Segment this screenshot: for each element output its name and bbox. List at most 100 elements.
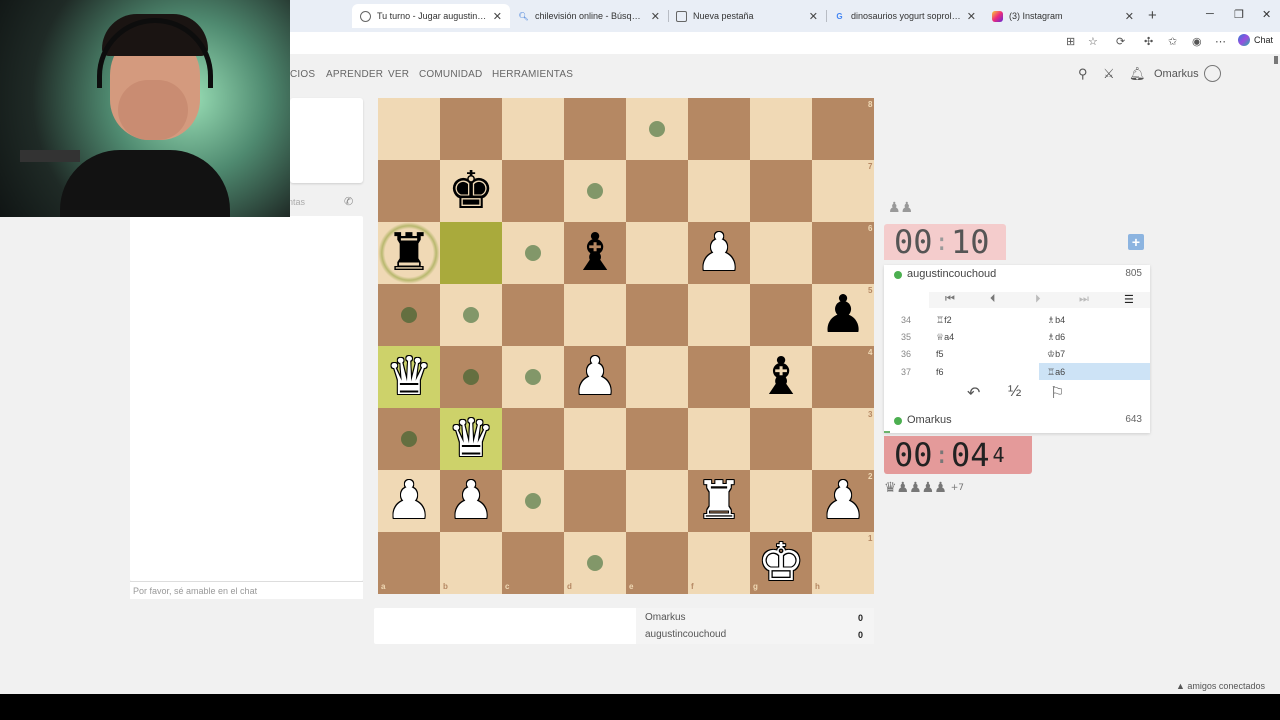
square-e7[interactable] — [626, 160, 688, 222]
square-e4[interactable] — [626, 346, 688, 408]
tab-active[interactable]: Tu turno - Jugar augustincouchoud ✕ — [352, 4, 510, 28]
square-f4[interactable] — [688, 346, 750, 408]
square-g2[interactable] — [750, 470, 812, 532]
square-c7[interactable] — [502, 160, 564, 222]
legal-move-dot[interactable] — [587, 555, 603, 571]
square-f1[interactable] — [688, 532, 750, 594]
square-c8[interactable] — [502, 98, 564, 160]
tab-google[interactable]: G dinosaurios yogurt soprole 90s - ✕ — [826, 4, 984, 28]
phone-icon[interactable]: ✆ — [344, 195, 353, 208]
star-icon[interactable]: ☆ — [1088, 35, 1098, 48]
white-move[interactable]: f5 — [936, 349, 944, 359]
tab-new[interactable]: Nueva pestaña ✕ — [668, 4, 826, 28]
white-move[interactable]: ♖f2 — [936, 315, 952, 326]
legal-move-dot[interactable] — [463, 307, 479, 323]
chess-board[interactable]: 8 7 6 5 4 3 2 a b c d e f g 1 h ♚ ♜ ♝ ♟ ♟ ♛ ♟ ♝ ♛ ♟ ♟ ♜ ♟ ♚ — [378, 98, 874, 594]
square-f8[interactable] — [688, 98, 750, 160]
square-b6[interactable] — [440, 222, 502, 284]
square-h3[interactable] — [812, 408, 874, 470]
black-bishop-g4[interactable]: ♝ — [750, 346, 812, 408]
legal-move-dot[interactable] — [525, 493, 541, 509]
square-f7[interactable] — [688, 160, 750, 222]
square-c5[interactable] — [502, 284, 564, 346]
add-time-button[interactable]: + — [1128, 234, 1144, 250]
close-icon[interactable]: ✕ — [651, 10, 660, 23]
square-g3[interactable] — [750, 408, 812, 470]
square-e6[interactable] — [626, 222, 688, 284]
white-pawn-a2[interactable]: ♟ — [378, 470, 440, 532]
restore-icon[interactable]: ❐ — [1234, 8, 1244, 21]
opponent-name[interactable]: augustincouchoud — [907, 268, 996, 280]
chat-input[interactable]: Por favor, sé amable en el chat — [130, 581, 363, 599]
white-pawn-d4[interactable]: ♟ — [564, 346, 626, 408]
square-h8[interactable] — [812, 98, 874, 160]
square-f3[interactable] — [688, 408, 750, 470]
black-king-b7[interactable]: ♚ — [440, 160, 502, 222]
offer-draw-button[interactable]: ½ — [1008, 383, 1021, 401]
extension-icon[interactable]: ⟳ — [1116, 35, 1125, 48]
white-pawn-f6[interactable]: ♟ — [688, 222, 750, 284]
square-g6[interactable] — [750, 222, 812, 284]
white-queen-b3[interactable]: ♛ — [440, 408, 502, 470]
friends-online-toggle[interactable]: ▲ amigos conectados — [1176, 681, 1265, 691]
square-c1[interactable] — [502, 532, 564, 594]
black-pawn-h5[interactable]: ♟ — [812, 284, 874, 346]
nav-play[interactable]: CIOS — [290, 69, 315, 80]
square-c3[interactable] — [502, 408, 564, 470]
current-move[interactable]: ♖a6 — [1039, 363, 1150, 380]
square-e2[interactable] — [626, 470, 688, 532]
takeback-icon[interactable]: ↶ — [967, 383, 980, 403]
favorites-icon[interactable]: ✩ — [1168, 35, 1177, 48]
my-name[interactable]: Omarkus — [907, 414, 952, 426]
nav-community[interactable]: COMUNIDAD — [419, 69, 482, 80]
square-a7[interactable] — [378, 160, 440, 222]
copilot-chat-button[interactable]: Chat — [1238, 34, 1273, 46]
white-move[interactable]: f6 — [936, 367, 944, 377]
square-b1[interactable] — [440, 532, 502, 594]
user-icon[interactable] — [1204, 65, 1221, 82]
white-queen-a4[interactable]: ♛ — [378, 346, 440, 408]
nav-learn[interactable]: APRENDER — [326, 69, 383, 80]
search-icon[interactable]: ⚲ — [1078, 66, 1088, 82]
tab-instagram[interactable]: (3) Instagram ✕ — [984, 4, 1142, 28]
square-d5[interactable] — [564, 284, 626, 346]
legal-move-dot[interactable] — [401, 307, 417, 323]
close-icon[interactable]: ✕ — [967, 10, 976, 23]
swords-icon[interactable]: ⚔ — [1103, 66, 1115, 82]
square-h4[interactable] — [812, 346, 874, 408]
white-move[interactable]: ♕a4 — [936, 332, 954, 343]
black-move[interactable]: ♔b7 — [1047, 349, 1065, 360]
profile-icon[interactable]: ◉ — [1192, 35, 1202, 48]
nav-watch[interactable]: VER — [388, 69, 409, 80]
menu-icon[interactable]: ☰ — [1124, 293, 1134, 306]
close-icon[interactable]: ✕ — [493, 10, 502, 23]
white-pawn-h2[interactable]: ♟ — [812, 470, 874, 532]
close-icon[interactable]: ✕ — [809, 10, 818, 23]
tab-search[interactable]: 🔍︎ chilevisión online - Búsqueda ✕ — [510, 4, 668, 28]
square-e3[interactable] — [626, 408, 688, 470]
close-icon[interactable]: ✕ — [1125, 10, 1134, 23]
square-d8[interactable] — [564, 98, 626, 160]
more-icon[interactable]: ⋯ — [1215, 35, 1226, 48]
legal-move-dot[interactable] — [525, 369, 541, 385]
nav-tools[interactable]: HERRAMIENTAS — [492, 69, 573, 80]
user-menu[interactable]: Omarkus — [1154, 68, 1199, 80]
square-f5[interactable] — [688, 284, 750, 346]
black-rook-a6[interactable]: ♜ — [378, 222, 440, 284]
square-e1[interactable] — [626, 532, 688, 594]
square-d3[interactable] — [564, 408, 626, 470]
square-a1[interactable] — [378, 532, 440, 594]
square-h1[interactable] — [812, 532, 874, 594]
legal-move-dot[interactable] — [401, 431, 417, 447]
square-g5[interactable] — [750, 284, 812, 346]
square-g7[interactable] — [750, 160, 812, 222]
minimize-icon[interactable]: ─ — [1206, 8, 1214, 20]
legal-move-dot[interactable] — [649, 121, 665, 137]
scrollbar[interactable] — [1274, 56, 1278, 64]
square-e5[interactable] — [626, 284, 688, 346]
legal-move-dot[interactable] — [587, 183, 603, 199]
black-move[interactable]: ♗b4 — [1047, 315, 1065, 326]
square-g8[interactable] — [750, 98, 812, 160]
resign-flag-icon[interactable]: ⚐ — [1050, 383, 1064, 403]
square-b8[interactable] — [440, 98, 502, 160]
